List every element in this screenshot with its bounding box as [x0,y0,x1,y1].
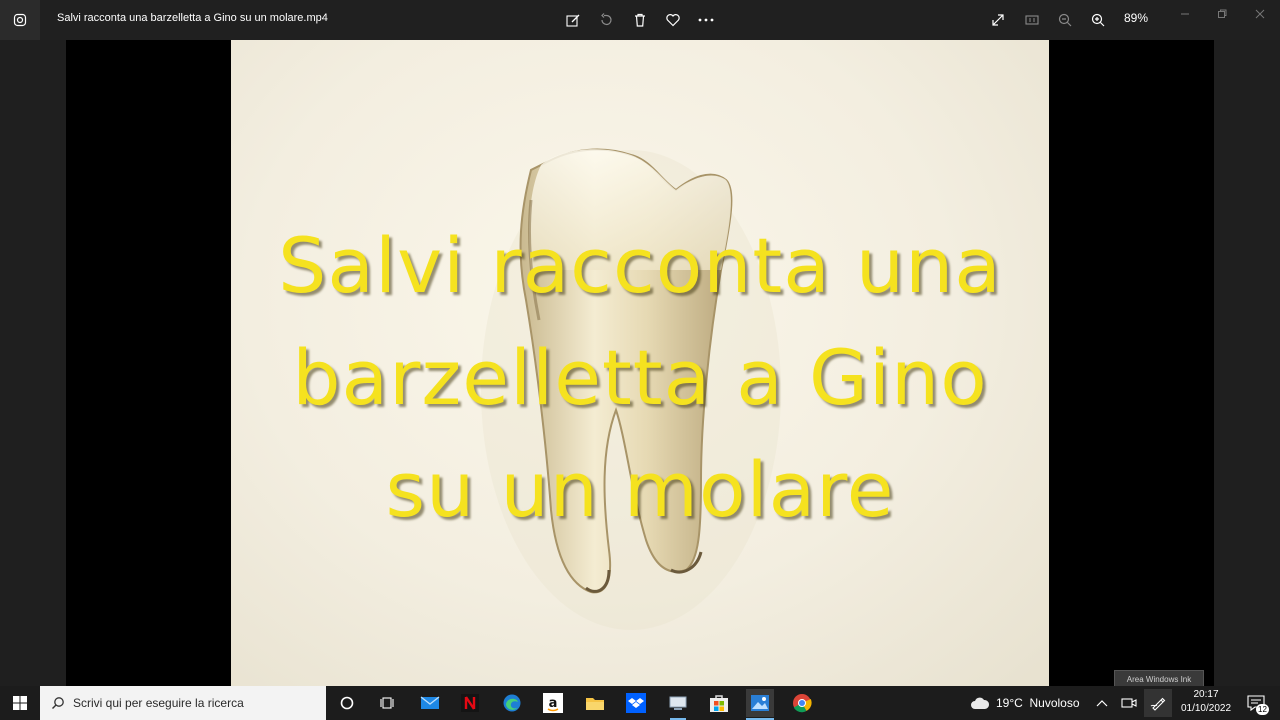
netflix-icon[interactable] [456,689,484,717]
zoom-out-icon[interactable] [1053,8,1077,32]
photos-app-icon [0,0,40,40]
dropbox-icon[interactable] [622,689,650,717]
task-view-icon[interactable] [373,689,401,717]
window-title: Salvi racconta una barzelletta a Gino su… [57,12,328,24]
search-icon [52,697,64,709]
maximize-icon[interactable] [1202,0,1242,28]
amazon-icon[interactable]: a [539,689,567,717]
edit-icon[interactable] [561,8,585,32]
title-bar: Salvi racconta una barzelletta a Gino su… [0,0,1280,40]
search-box[interactable]: Scrivi qui per eseguire la ricerca [40,686,326,720]
more-icon[interactable] [694,8,718,32]
weather-cloud-icon[interactable] [966,689,994,717]
meet-now-icon[interactable] [1115,689,1143,717]
clock-time: 20:17 [1193,689,1219,700]
minimize-icon[interactable] [1165,0,1205,28]
search-placeholder: Scrivi qui per eseguire la ricerca [73,696,244,710]
svg-text:a: a [549,696,558,711]
zoom-level: 89% [1124,11,1149,25]
edge-icon[interactable] [498,689,526,717]
weather-widget[interactable]: 19°C Nuvoloso [996,696,1080,710]
caption-line: su un molare [385,445,895,534]
chrome-icon[interactable] [788,689,816,717]
rotate-icon[interactable] [594,8,618,32]
mail-icon[interactable] [416,689,444,717]
taskbar: Scrivi qui per eseguire la ricerca a 19°… [0,686,1280,720]
delete-icon[interactable] [628,8,652,32]
cortana-icon[interactable] [333,689,361,717]
zoom-in-icon[interactable] [1086,8,1110,32]
windows-logo-icon [13,696,27,710]
start-button[interactable] [0,686,40,720]
file-explorer-icon[interactable] [581,689,609,717]
fullscreen-icon[interactable] [986,8,1010,32]
photos-icon[interactable] [746,689,774,720]
weather-condition: Nuvoloso [1029,696,1080,710]
favorite-icon[interactable] [661,8,685,32]
clock-date: 01/10/2022 [1180,703,1232,714]
close-icon[interactable] [1240,0,1280,28]
video-frame: Salvi racconta una barzelletta a Gino su… [231,40,1049,686]
store-icon[interactable] [705,689,733,717]
notification-count: 12 [1256,704,1269,715]
video-player[interactable]: Salvi racconta una barzelletta a Gino su… [66,40,1214,686]
actual-size-icon[interactable] [1020,8,1044,32]
caption-line: barzelletta a Gino [292,333,988,422]
devices-icon[interactable] [664,689,692,720]
media-viewer: Salvi racconta una barzelletta a Gino su… [0,40,1280,686]
weather-temperature: 19°C [996,696,1023,710]
notification-icon[interactable]: 12 [1242,689,1270,717]
chevron-up-icon[interactable] [1088,689,1116,717]
clock[interactable]: 20:17 01/10/2022 [1176,688,1236,716]
caption-line: Salvi racconta una [278,221,1002,310]
video-caption: Salvi racconta una barzelletta a Gino su… [231,210,1049,546]
windows-ink-icon[interactable] [1144,689,1172,717]
